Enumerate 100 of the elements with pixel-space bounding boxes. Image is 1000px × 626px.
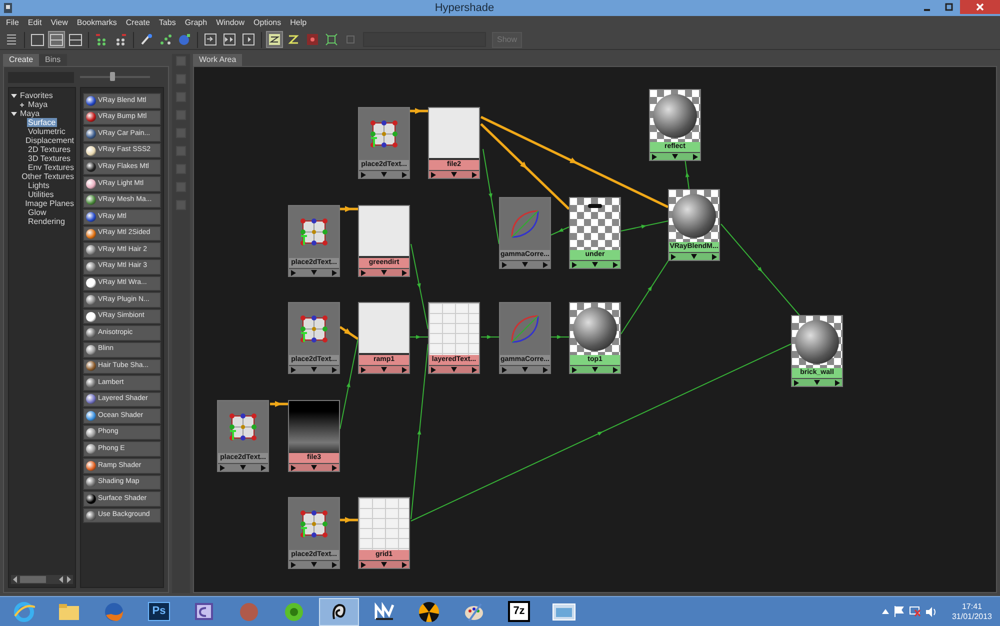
work-area-tab[interactable]: Work Area <box>193 54 242 66</box>
tree-item[interactable]: Env Textures <box>26 163 75 172</box>
play-icon[interactable] <box>291 562 296 568</box>
caret-icon[interactable] <box>451 172 457 177</box>
play-icon[interactable] <box>431 366 436 372</box>
taskbar-app-button[interactable]: 7z <box>499 598 539 626</box>
tree-item[interactable]: Maya <box>19 109 41 118</box>
menu-item[interactable]: Help <box>290 17 307 29</box>
caret-icon[interactable] <box>381 562 387 567</box>
tree-item[interactable]: Volumetric <box>27 127 66 136</box>
play-icon[interactable] <box>835 380 840 386</box>
play-icon[interactable] <box>472 172 477 178</box>
frame-icon[interactable] <box>323 31 340 48</box>
caret-icon[interactable] <box>672 154 678 159</box>
play-icon[interactable] <box>261 464 266 470</box>
tree-item[interactable]: Utilities <box>27 190 55 199</box>
layout-button[interactable] <box>29 31 46 48</box>
caret-icon[interactable] <box>592 367 598 372</box>
play-icon[interactable] <box>332 366 337 372</box>
play-icon[interactable] <box>361 172 366 178</box>
slider-thumb[interactable] <box>110 72 114 81</box>
caret-icon[interactable] <box>522 367 528 372</box>
play-icon[interactable] <box>502 262 507 268</box>
play-icon[interactable] <box>652 154 657 160</box>
play-icon[interactable] <box>402 366 407 372</box>
menu-item[interactable]: Tabs <box>158 17 176 29</box>
scroll-right-icon[interactable] <box>66 576 72 583</box>
play-icon[interactable] <box>402 172 407 178</box>
flag-icon[interactable] <box>894 606 904 617</box>
caret-icon[interactable] <box>311 270 317 275</box>
play-icon[interactable] <box>613 262 618 268</box>
play-icon[interactable] <box>712 254 717 260</box>
play-icon[interactable] <box>543 262 548 268</box>
caret-icon[interactable] <box>240 465 246 470</box>
play-icon[interactable] <box>502 366 507 372</box>
caret-icon[interactable] <box>311 367 317 372</box>
tree-item[interactable]: Glow <box>27 208 48 217</box>
play-icon[interactable] <box>671 254 676 260</box>
scroll-thumb[interactable] <box>20 576 46 583</box>
tree-item[interactable]: 3D Textures <box>27 154 72 163</box>
menu-item[interactable]: File <box>6 17 19 29</box>
stop-icon[interactable] <box>304 31 321 48</box>
play-icon[interactable] <box>402 270 407 276</box>
play-icon[interactable] <box>291 270 296 276</box>
menu-item[interactable]: Create <box>126 17 150 29</box>
play-icon[interactable] <box>361 562 366 568</box>
caret-up-icon[interactable] <box>882 609 889 614</box>
tree-item[interactable]: Rendering <box>27 217 66 226</box>
panel-tab[interactable]: Create <box>3 54 40 66</box>
layout-button[interactable] <box>48 31 65 48</box>
tree-item[interactable]: Other Textures <box>20 172 75 181</box>
play-icon[interactable] <box>361 366 366 372</box>
horizontal-scrollbar[interactable] <box>11 575 73 584</box>
taskbar-app-button[interactable] <box>319 598 359 626</box>
play-icon[interactable] <box>572 366 577 372</box>
caret-icon[interactable] <box>451 367 457 372</box>
speaker-icon[interactable] <box>926 606 937 616</box>
tree-item[interactable]: 2D Textures <box>27 145 72 154</box>
taskbar-app-button[interactable]: Ps <box>139 598 179 626</box>
play-icon[interactable] <box>332 270 337 276</box>
plus-icon[interactable] <box>19 102 25 108</box>
tree-item[interactable]: Displacement <box>24 136 75 145</box>
input-output-icon[interactable] <box>221 31 238 48</box>
play-icon[interactable] <box>332 464 337 470</box>
close-button[interactable] <box>960 0 1000 14</box>
scroll-left-icon[interactable] <box>12 576 18 583</box>
expanded-triangle-icon[interactable] <box>11 92 17 98</box>
caret-icon[interactable] <box>814 380 820 385</box>
tree-item[interactable]: Lights <box>27 181 50 190</box>
menu-item[interactable]: Window <box>216 17 245 29</box>
scroll-left-icon[interactable] <box>58 576 64 583</box>
caret-icon[interactable] <box>311 562 317 567</box>
play-icon[interactable] <box>472 366 477 372</box>
tree-item[interactable]: Favorites <box>19 91 54 100</box>
play-icon[interactable] <box>613 366 618 372</box>
caret-icon[interactable] <box>311 465 317 470</box>
play-icon[interactable] <box>431 172 436 178</box>
play-icon[interactable] <box>693 154 698 160</box>
play-icon[interactable] <box>220 464 225 470</box>
play-icon[interactable] <box>543 366 548 372</box>
menu-item[interactable]: Graph <box>184 17 208 29</box>
tree-item[interactable]: Image Planes <box>24 199 75 208</box>
play-icon[interactable] <box>291 464 296 470</box>
panel-tab[interactable]: Bins <box>39 54 67 66</box>
output-icon[interactable] <box>240 31 257 48</box>
caret-icon[interactable] <box>522 262 528 267</box>
menu-item[interactable]: Bookmarks <box>76 17 117 29</box>
layout-button[interactable] <box>67 31 84 48</box>
play-icon[interactable] <box>291 366 296 372</box>
tree-item[interactable]: Maya <box>27 100 49 109</box>
play-icon[interactable] <box>361 270 366 276</box>
input-icon[interactable] <box>202 31 219 48</box>
caret-icon[interactable] <box>691 254 697 259</box>
caret-icon[interactable] <box>381 270 387 275</box>
menu-item[interactable]: Options <box>254 17 282 29</box>
play-icon[interactable] <box>332 562 337 568</box>
expanded-triangle-icon[interactable] <box>11 110 17 116</box>
caret-icon[interactable] <box>592 262 598 267</box>
play-icon[interactable] <box>794 380 799 386</box>
caret-icon[interactable] <box>381 367 387 372</box>
